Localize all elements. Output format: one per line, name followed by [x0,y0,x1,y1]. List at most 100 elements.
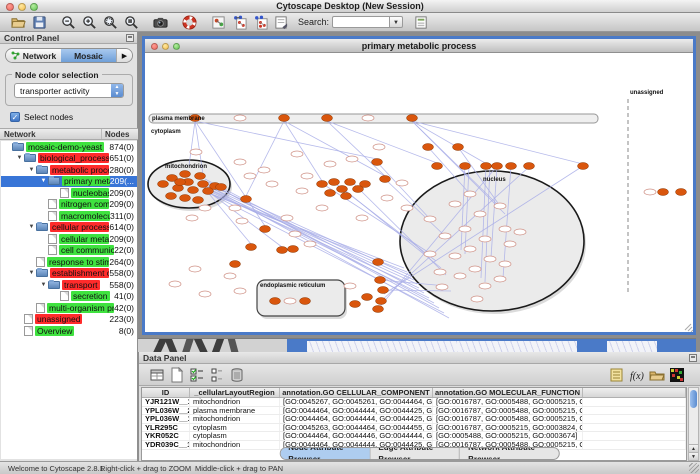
attribute-table-icon[interactable] [149,367,165,383]
tree-row[interactable]: cellular metabo209(0) [1,233,137,245]
tree-row[interactable]: macromolecule311(0) [1,210,137,222]
network-node-outline[interactable] [258,167,270,173]
tab-overflow-arrow[interactable]: ▶ [116,49,132,62]
scroll-up-button[interactable]: ▲ [689,444,698,452]
network-node-outline[interactable] [289,231,301,237]
function-builder-icon[interactable]: f(x) [629,367,645,383]
network-node-outline[interactable] [449,201,461,207]
network-node-outline[interactable] [401,205,413,211]
attribute-table-row[interactable]: YJR121W__1mitochondrion[GO:0045267, GO:0… [142,398,686,407]
network-node[interactable] [216,184,227,191]
zoom-out-icon[interactable] [60,15,77,30]
new-network-from-selection-all-edges-icon[interactable] [231,15,248,30]
network-edge[interactable] [284,121,322,181]
background-window-edge[interactable] [657,339,696,352]
tree-row[interactable]: mosaic-demo-yeast874(0) [1,141,137,153]
network-node-outline[interactable] [396,180,408,186]
network-node-outline[interactable] [296,188,308,194]
zoom-in-icon[interactable] [81,15,98,30]
network-node-outline[interactable] [281,215,293,221]
network-node-outline[interactable] [186,215,198,221]
network-node[interactable] [158,181,169,188]
network-edge[interactable] [246,121,284,196]
network-node-outline[interactable] [229,205,241,211]
network-node[interactable] [345,179,356,186]
tree-row[interactable]: nitrogen compo209(0) [1,199,137,211]
network-node-outline[interactable] [499,261,511,267]
network-node-outline[interactable] [346,156,358,162]
expand-arrow-icon[interactable]: ▼ [27,167,36,173]
network-node-outline[interactable] [464,191,476,197]
network-node-outline[interactable] [424,251,436,257]
tree-row[interactable]: response to stimulu264(0) [1,256,137,268]
attribute-table-scrollbar[interactable]: ▲ ▼ [688,387,699,461]
tab-network[interactable]: Network [6,49,61,62]
scrollbar-thumb[interactable] [690,390,697,408]
network-node[interactable] [432,163,443,170]
network-node[interactable] [460,163,471,170]
network-node[interactable] [362,294,373,301]
network-node[interactable] [198,181,209,188]
network-node-outline[interactable] [234,288,246,294]
network-node-outline[interactable] [234,159,246,165]
network-node[interactable] [325,190,336,197]
network-edge[interactable] [189,121,195,166]
network-node-outline[interactable] [484,256,496,262]
attribute-table-row[interactable]: YKR052Ccytoplasm[GO:0044464, GO:0044446,… [142,432,686,441]
background-window-thumbnail[interactable] [457,339,577,352]
network-node-outline[interactable] [190,149,202,155]
network-node[interactable] [376,298,387,305]
tree-row[interactable]: ▼biological_process651(0) [1,153,137,165]
tree-row[interactable]: multi-organism pro42(0) [1,302,137,314]
network-node-outline[interactable] [479,283,491,289]
resize-grip[interactable] [689,463,699,473]
select-nodes-checkbox[interactable]: ✓ [10,112,20,122]
expand-arrow-icon[interactable]: ▼ [27,270,36,276]
network-window-minimize-button[interactable] [162,43,169,50]
network-node-outline[interactable] [284,298,296,304]
expand-arrow-icon[interactable]: ▼ [15,155,24,161]
network-edge[interactable] [327,121,437,163]
notes-icon[interactable] [609,367,625,383]
zoom-fit-icon[interactable] [102,15,119,30]
network-node-outline[interactable] [356,215,368,221]
network-node-outline[interactable] [469,266,481,272]
network-node[interactable] [241,196,252,203]
tab-network-attribute-browser[interactable]: Network Attribute Browser [460,447,559,460]
network-node[interactable] [578,163,589,170]
column-header-molecular-function[interactable]: annotation.GO MOLECULAR_FUNCTION [433,388,583,397]
delete-attribute-icon[interactable] [229,367,245,383]
network-node-outline[interactable] [324,161,336,167]
network-edge[interactable] [195,121,377,159]
tree-column-network[interactable]: Network [0,129,102,139]
tree-row[interactable]: Overview8(0) [1,325,137,337]
network-node-outline[interactable] [189,266,201,272]
network-node[interactable] [360,181,371,188]
network-view-window[interactable]: primary metabolic process plasma membran… [142,36,696,335]
network-node-outline[interactable] [471,296,483,302]
network-node[interactable] [195,173,206,180]
tree-row[interactable]: ▼primary metabo209(... [1,176,137,188]
background-window-edge[interactable] [577,339,607,352]
background-window-edge[interactable] [287,339,307,352]
column-header-region[interactable]: _cellularLayoutRegion [190,388,280,397]
network-node-outline[interactable] [224,273,236,279]
network-node[interactable] [658,189,669,196]
help-ring-icon[interactable] [181,15,198,30]
network-node[interactable] [317,181,328,188]
network-window-titlebar[interactable]: primary metabolic process [145,39,693,53]
network-node-outline[interactable] [291,151,303,157]
network-node[interactable] [230,261,241,268]
network-node[interactable] [337,186,348,193]
network-window-zoom-button[interactable] [173,43,180,50]
import-attributes-icon[interactable] [649,367,665,383]
save-session-icon[interactable] [31,15,48,30]
network-node-outline[interactable] [234,115,246,121]
network-node[interactable] [322,115,333,122]
tree-row[interactable]: ▼establishment of lo558(0) [1,268,137,280]
network-node-outline[interactable] [494,276,506,282]
node-color-dropdown[interactable]: transporter activity ▲▼ [14,83,124,98]
network-node[interactable] [378,287,389,294]
tree-row[interactable]: ▼cellular process614(0) [1,222,137,234]
column-header-cellular-component[interactable]: annotation.GO CELLULAR_COMPONENT [280,388,433,397]
